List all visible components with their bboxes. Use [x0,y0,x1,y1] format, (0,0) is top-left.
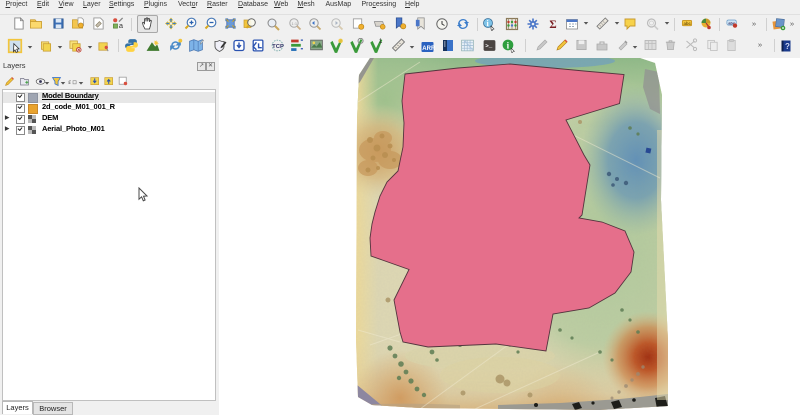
svg-text:a: a [119,21,124,30]
svg-text:TCP: TCP [272,44,284,50]
svg-text:abc: abc [683,21,691,26]
svg-text:»: » [752,19,756,28]
svg-text:ε: ε [68,78,71,86]
svg-text:1: 1 [379,38,383,45]
svg-text:ARR: ARR [422,46,435,52]
svg-text:»: » [790,19,794,28]
svg-text:1:1: 1:1 [292,21,298,26]
svg-text:»: » [758,40,762,49]
svg-text:>_: >_ [485,43,493,50]
svg-text:Σ: Σ [549,19,556,31]
svg-text:?: ? [785,42,790,51]
